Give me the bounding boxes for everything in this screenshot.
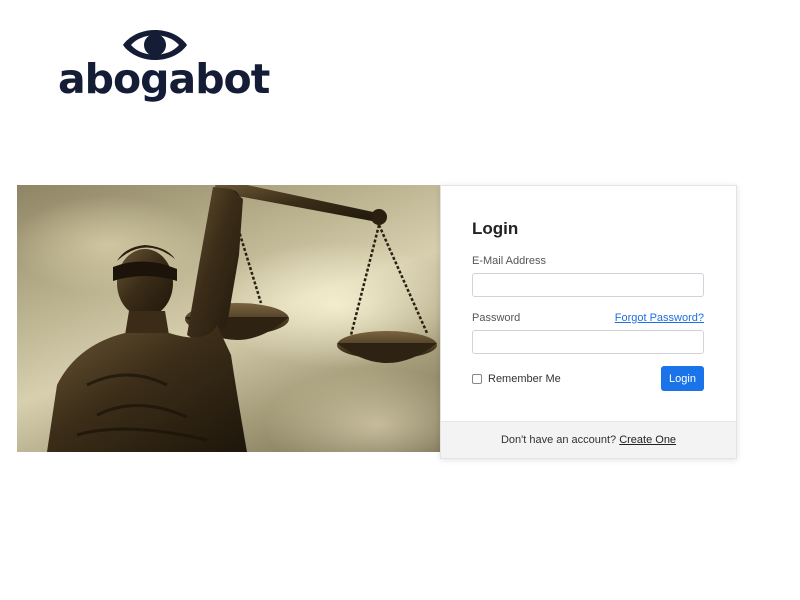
brand-name: abogabot — [58, 55, 270, 103]
hero-image — [17, 185, 440, 452]
login-title: Login — [472, 219, 519, 238]
signup-prompt: Don't have an account? — [500, 434, 617, 446]
password-label: Password — [472, 312, 521, 324]
password-input[interactable] — [472, 330, 704, 354]
forgot-password-link[interactable]: Forgot Password? — [615, 312, 704, 324]
remember-me-checkbox[interactable] — [472, 374, 482, 384]
brand-logo: abogabot — [58, 28, 270, 104]
remember-me: Remember Me — [472, 372, 561, 386]
email-input[interactable] — [472, 273, 704, 297]
email-label: E-Mail Address — [472, 255, 546, 267]
login-button[interactable]: Login — [661, 366, 704, 391]
login-card: Login E-Mail Address Password Forgot Pas… — [440, 185, 737, 459]
remember-me-label: Remember Me — [488, 373, 561, 385]
create-account-link[interactable]: Create One — [619, 434, 676, 446]
card-footer: Don't have an account? Create One — [441, 421, 736, 458]
lady-justice-statue — [47, 185, 437, 452]
